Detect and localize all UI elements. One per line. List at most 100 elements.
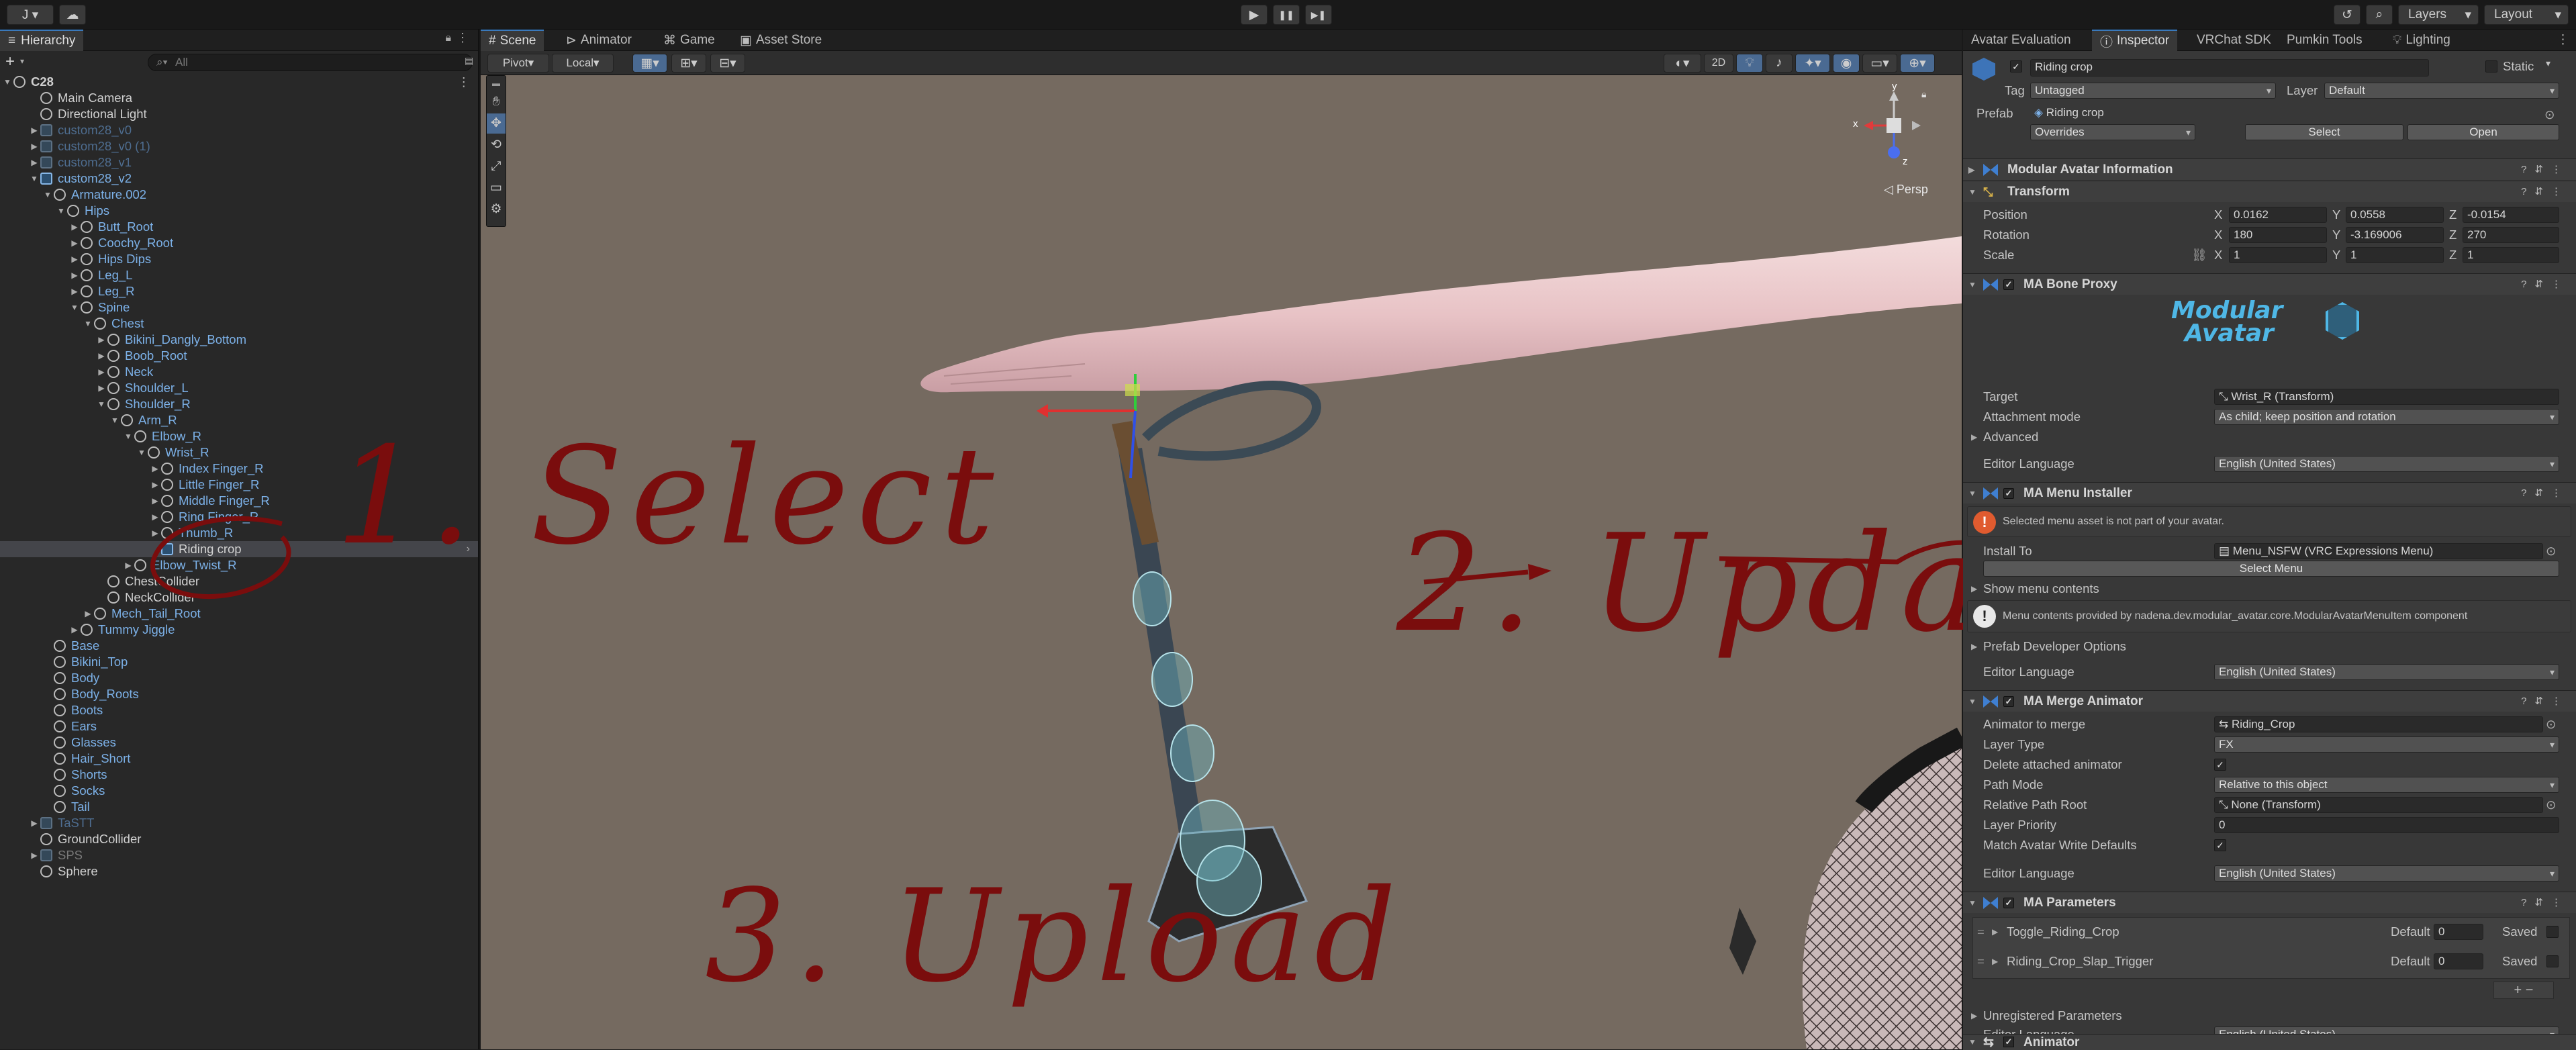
component-menu-icons[interactable]: ?⇵⋮ [2521,892,2569,914]
component-menu-icons[interactable]: ?⇵⋮ [2521,691,2569,712]
hierarchy-item[interactable]: Tail [0,799,478,815]
hierarchy-item[interactable]: ▶ Leg_R [0,283,478,299]
tab-pumkin-tools[interactable]: Pumkin Tools [2279,30,2371,51]
expand-icon[interactable]: ▶ [70,235,79,251]
path-mode-dropdown[interactable]: Relative to this object [2214,777,2559,793]
search-icon[interactable]: ⌕ [2366,5,2393,25]
hierarchy-item[interactable]: ▶ Boob_Root [0,348,478,364]
collapse-icon[interactable]: ▼ [3,74,12,90]
expand-icon[interactable]: ▶ [70,267,79,283]
drag-handle-icon[interactable]: = [1977,922,1985,942]
chevron-down-icon[interactable]: ▾ [2546,58,2550,69]
history-icon[interactable]: ↺ [2334,5,2360,25]
tab-avatar-evaluation[interactable]: Avatar Evaluation [1963,30,2079,51]
layout-dropdown[interactable]: Layout ▾ [2484,5,2569,25]
hierarchy-item[interactable]: ▼ Hips [0,203,478,219]
filter-icon[interactable]: ▤ [465,55,473,66]
show-menu-row[interactable]: ▶ Show menu contents [1963,579,2576,599]
hidden-objects-icon[interactable]: ◉ [1833,54,1860,73]
hierarchy-item[interactable]: Directional Light [0,106,478,122]
tab-hierarchy[interactable]: ≡ Hierarchy [0,30,84,51]
lock-icon[interactable]: 🔒︎ [445,32,451,44]
unregistered-row[interactable]: ▶ Unregistered Parameters [1963,1006,2576,1026]
scale-tool-icon[interactable]: ⤢ [487,156,506,177]
link-icon[interactable]: ⛓︎ [2191,245,2207,265]
component-ma-bone-proxy[interactable]: ▼ ✓ MA Bone Proxy ?⇵⋮ [1963,273,2576,295]
enabled-checkbox[interactable]: ✓ [2003,279,2014,290]
hierarchy-item[interactable]: ▶ custom28_v0 (1) [0,138,478,154]
chevron-down-icon[interactable]: ▾ [20,56,24,66]
target-icon[interactable]: ⊙ [2546,714,2557,734]
tab-scene[interactable]: # Scene [481,30,544,51]
expand-icon[interactable]: ▶ [97,380,106,396]
collapse-icon[interactable]: ▼ [30,171,39,187]
delete-attached-checkbox[interactable]: ✓ [2214,759,2226,771]
position-x-field[interactable]: 0.0162 [2229,207,2327,223]
advanced-foldout[interactable]: Advanced [1983,427,2038,447]
target-field[interactable]: ⤡ Wrist_R (Transform) [2214,389,2559,405]
prefab-select-button[interactable]: Select [2245,124,2403,140]
expand-icon[interactable]: ▶ [70,283,79,299]
expand-icon[interactable]: ▶ [97,364,106,380]
tag-dropdown[interactable]: Untagged [2030,83,2276,99]
parameter-row[interactable]: = ▶ Riding_Crop_Slap_Trigger Default 0 S… [1973,951,2569,971]
default-value-field[interactable]: 0 [2434,924,2483,940]
expand-icon[interactable]: ▶ [83,606,93,622]
editor-language-dropdown[interactable]: English (United States) [2214,865,2559,881]
prefab-open-button[interactable]: Open [2407,124,2559,140]
editor-language-dropdown[interactable]: English (United States) [2214,664,2559,680]
hierarchy-item[interactable]: ▼ C28 ⋮ [0,74,478,90]
hierarchy-item[interactable]: ▶ custom28_v1 [0,154,478,171]
expand-icon[interactable]: ▶ [70,622,79,638]
expand-icon[interactable]: ▶ [150,477,160,493]
hierarchy-item[interactable]: ▶ Neck [0,364,478,380]
collapse-icon[interactable]: ▼ [97,396,106,412]
select-menu-button[interactable]: Select Menu [1983,561,2559,577]
pivot-dropdown[interactable]: Pivot ▾ [487,54,549,73]
hierarchy-item[interactable]: ▶ TaSTT [0,815,478,831]
prefab-field[interactable]: ◈ Riding crop [2030,105,2506,122]
default-value-field[interactable]: 0 [2434,953,2483,969]
hierarchy-item[interactable]: Sphere [0,863,478,879]
hierarchy-item[interactable]: ▶ Bikini_Dangly_Bottom [0,332,478,348]
collapse-icon[interactable]: ▼ [70,299,79,316]
component-transform[interactable]: ▼ ⤡ Transform ?⇵⋮ [1963,181,2576,202]
audio-toggle-icon[interactable]: ♪ [1766,54,1793,73]
hierarchy-item[interactable]: Hair_Short [0,751,478,767]
overrides-dropdown[interactable]: Overrides [2030,124,2195,140]
layer-priority-field[interactable]: 0 [2214,817,2559,833]
hierarchy-item[interactable]: Glasses [0,734,478,751]
install-to-field[interactable]: ▤ Menu_NSFW (VRC Expressions Menu) [2214,543,2543,559]
expand-icon[interactable]: ▶ [70,251,79,267]
collapse-icon[interactable]: ▼ [137,444,146,461]
object-name-field[interactable]: Riding crop [2030,59,2429,77]
enabled-checkbox[interactable]: ✓ [2003,1037,2014,1047]
add-remove-parameter-buttons[interactable]: + − [2493,982,2554,999]
component-ma-info[interactable]: ▶ Modular Avatar Information ?⇵⋮ [1963,158,2576,180]
component-ma-merge-animator[interactable]: ▼ ✓ MA Merge Animator ?⇵⋮ [1963,690,2576,712]
orientation-gizmo[interactable]: y x z ◁ Persp 🔒︎ [1853,81,1931,209]
component-ma-menu-installer[interactable]: ▼ ✓ MA Menu Installer ?⇵⋮ [1963,482,2576,504]
toggle-2d-button[interactable]: 2D [1704,54,1733,73]
expand-icon[interactable]: ▶ [30,847,39,863]
animator-to-merge-field[interactable]: ⇆ Riding_Crop [2214,716,2543,732]
collapse-icon[interactable]: ▼ [56,203,66,219]
local-dropdown[interactable]: Local ▾ [552,54,614,73]
tab-asset-store[interactable]: ▣ Asset Store [732,30,830,51]
more-icon[interactable]: ⋮ [458,74,471,90]
lighting-toggle-icon[interactable]: 💡︎ [1736,54,1763,73]
attachment-dropdown[interactable]: As child; keep position and rotation [2214,409,2559,425]
expand-icon[interactable]: ▶ [150,461,160,477]
active-checkbox[interactable]: ✓ [2010,60,2022,73]
component-menu-icons[interactable]: ?⇵⋮ [2521,483,2569,504]
add-icon[interactable]: + [5,52,15,71]
grid-snap-button[interactable]: ▦▾ [632,54,667,73]
hierarchy-item[interactable]: ▶ Coochy_Root [0,235,478,251]
component-menu-icons[interactable]: ?⇵⋮ [2521,181,2569,203]
enabled-checkbox[interactable]: ✓ [2003,696,2014,707]
show-menu-foldout[interactable]: Show menu contents [1983,579,2099,599]
layer-type-dropdown[interactable]: FX [2214,736,2559,753]
saved-checkbox[interactable] [2546,955,2559,967]
hierarchy-item[interactable]: ▼ Spine [0,299,478,316]
camera-settings-icon[interactable]: ▭▾ [1862,54,1897,73]
